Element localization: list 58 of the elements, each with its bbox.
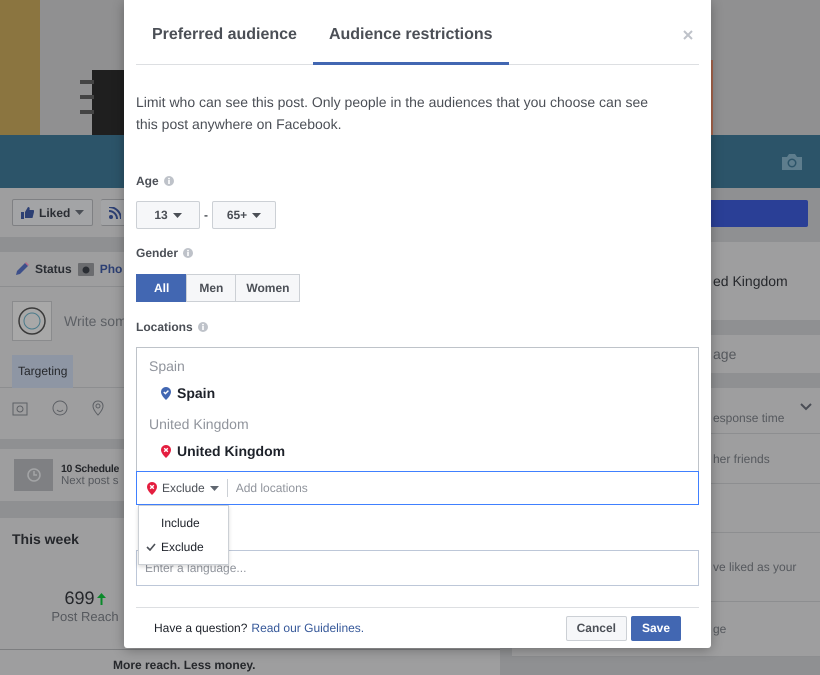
caret-icon [172,212,182,218]
status-tab[interactable]: Status [35,262,72,276]
menu-item[interactable]: Include [139,511,228,535]
field-label: Gender [136,246,178,260]
include-exclude-dropdown[interactable]: Exclude [147,479,228,497]
scheduled-title: 10 Schedule [61,463,119,475]
gender-option[interactable]: Men [186,274,236,302]
caret-icon [75,210,84,215]
camera-icon[interactable] [780,152,804,170]
post-reach-label: Post Reach [51,609,119,624]
range-separator: - [204,208,208,222]
guidelines-link[interactable]: Read our Guidelines. [251,621,364,635]
location-group-title: United Kingdom [149,415,250,434]
gender-option[interactable]: Women [235,274,300,302]
save-button[interactable]: Save [630,616,681,640]
location-group-title: Spain [149,357,186,376]
info-icon [198,322,208,332]
promo-text: More reach. Less money. [113,658,256,672]
info-icon [164,176,174,186]
caret-icon [210,486,219,490]
targeting-tab[interactable]: Targeting [12,354,74,388]
pencil-icon [15,262,29,276]
smiley-icon[interactable] [52,400,68,416]
dialog-tab[interactable]: Preferred audience [136,0,313,65]
gender-option[interactable]: All [136,274,188,302]
field-label: Age [136,174,159,188]
up-arrow-icon [96,592,106,604]
section-title: This week [12,531,79,547]
camera-icon [78,262,94,276]
sidebar-text: ed Kingdom [713,273,788,289]
chevron-down-icon[interactable] [800,402,812,410]
sidebar-text: ge [713,622,726,636]
liked-button[interactable]: Liked [12,199,94,226]
sidebar-text: her friends [713,452,770,466]
clock-icon [26,468,40,482]
age-max-dropdown[interactable]: 65+ [212,201,276,229]
location-name: Spain [177,385,216,401]
sidebar-text: esponse time [713,411,784,425]
close-icon[interactable] [683,30,693,40]
help-text: Have a question? [154,621,248,635]
rss-icon [109,206,122,218]
dialog-tab[interactable]: Audience restrictions [312,0,509,65]
location-pin-icon[interactable] [92,400,104,416]
post-reach-value: 699 [64,588,95,609]
field-label: Locations [136,320,193,334]
camera-icon[interactable] [12,400,28,416]
cancel-button[interactable]: Cancel [566,616,627,640]
checkmark-icon [146,543,156,551]
photo-tab[interactable]: Pho [100,262,122,276]
scheduled-subtitle: Next post s [61,475,119,487]
info-icon [183,248,194,258]
sidebar-text: ve liked as your [713,560,796,574]
age-min-dropdown[interactable]: 13 [136,201,200,229]
thumbs-up-icon [21,206,34,218]
caret-icon [252,212,262,218]
location-name: United Kingdom [177,443,286,459]
description-text: Limit who can see this post. Only people in the audiences that you choose can see this post anywhere on Facebook. [136,93,650,134]
sidebar-text: age [713,346,736,362]
